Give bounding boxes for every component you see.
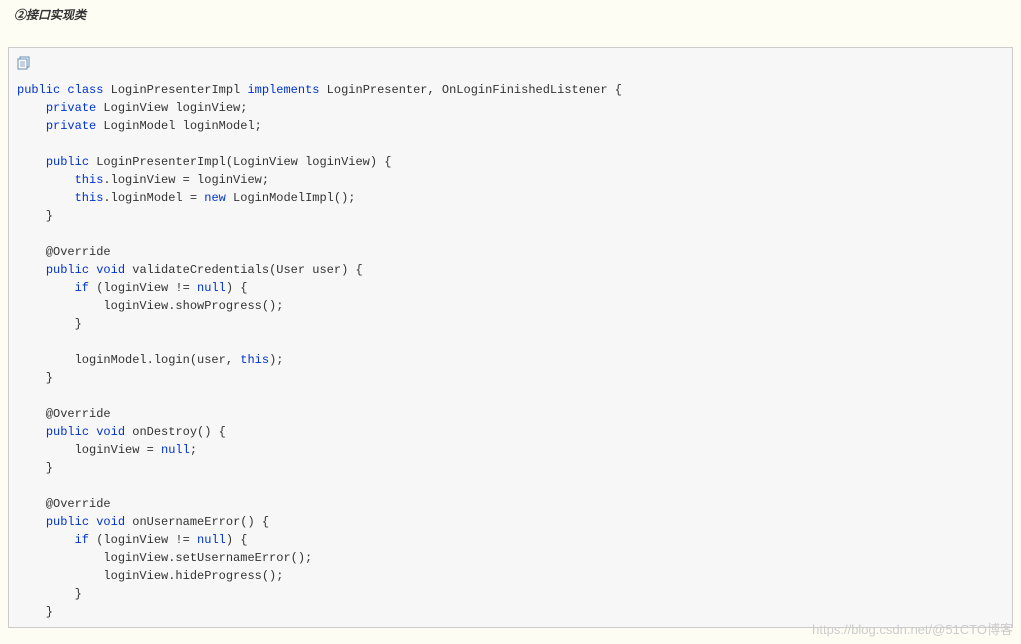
- watermark: https://blog.csdn.net/@51CTO博客: [812, 619, 1013, 638]
- copy-icon[interactable]: [17, 56, 33, 70]
- code-toolbar: [17, 54, 1004, 81]
- title-text: ②接口实现类: [14, 8, 86, 22]
- code-block: public class LoginPresenterImpl implemen…: [8, 47, 1013, 628]
- watermark-text: https://blog.csdn.net/@51CTO博客: [812, 622, 1013, 637]
- code-content: public class LoginPresenterImpl implemen…: [17, 81, 1004, 621]
- section-title: ②接口实现类: [0, 0, 1021, 29]
